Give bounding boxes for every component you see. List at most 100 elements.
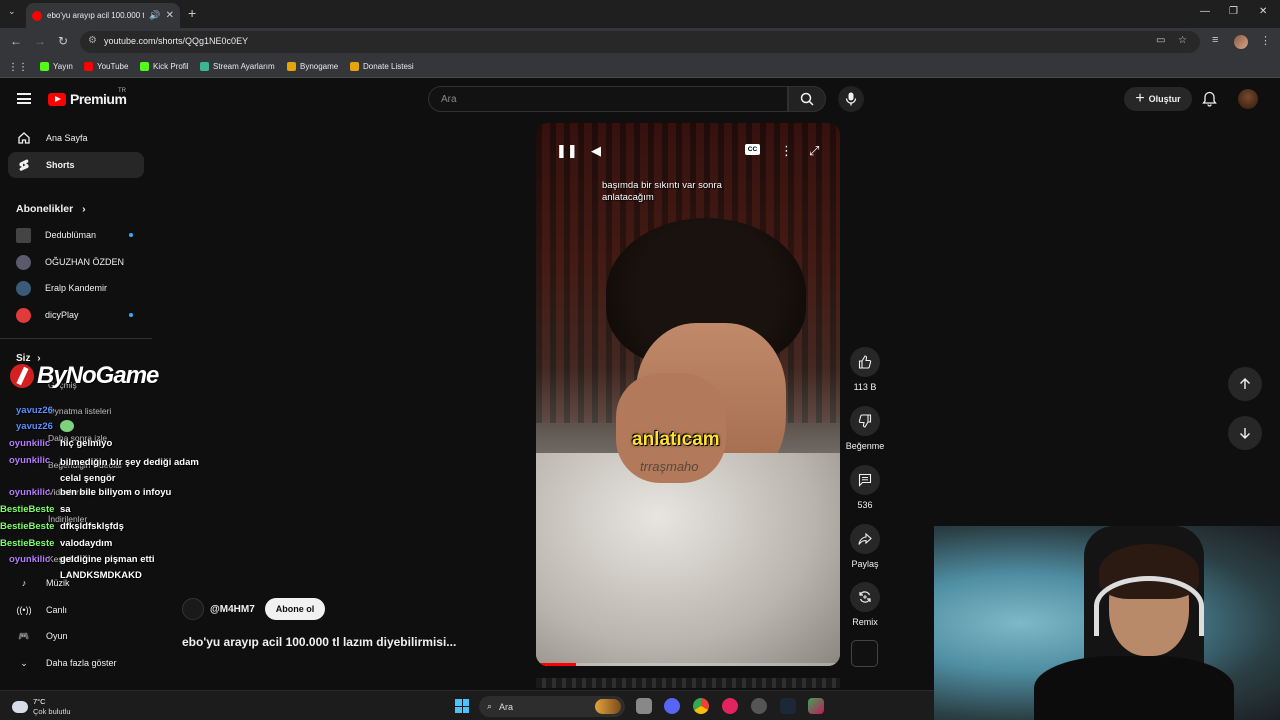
search-button[interactable] <box>788 86 826 112</box>
channel-avatar <box>16 307 31 323</box>
chat-username: yavuz26 <box>16 421 53 432</box>
channel-avatar[interactable] <box>182 598 204 620</box>
like-button[interactable]: 113 B <box>845 347 885 392</box>
tab-audio-icon[interactable]: 🔊 <box>149 10 160 21</box>
subscription-item[interactable]: OĞUZHAN ÖZDEN <box>16 252 146 272</box>
subscription-item[interactable]: Eralp Kandemir <box>16 278 146 298</box>
captions-icon[interactable]: CC <box>745 144 760 155</box>
reload-icon[interactable]: ↻ <box>58 34 68 48</box>
fullscreen-icon[interactable]: ⤢ <box>809 143 819 159</box>
weather-desc: Çok bulutlu <box>33 707 71 716</box>
bookmark-youtube[interactable]: YouTube <box>84 62 128 71</box>
bynogame-icon <box>287 62 296 71</box>
site-info-icon[interactable]: ⚙ <box>88 35 97 46</box>
bookmark-label: YouTube <box>97 62 129 71</box>
notifications-button[interactable] <box>1202 91 1217 112</box>
search-input[interactable]: Ara <box>428 86 788 112</box>
chat-username: oyunkilic <box>9 554 51 565</box>
channel-handle[interactable]: @M4HM7 <box>210 604 255 615</box>
bookmark-stream-ayarlarim[interactable]: Stream Ayarlarım <box>200 62 275 71</box>
subscribe-button[interactable]: Abone ol <box>264 598 326 620</box>
chat-username: oyunkilic <box>9 487 51 498</box>
omnibox[interactable]: ⚙ youtube.com/shorts/QQg1NE0c0EY ▭ ☆ <box>80 31 1200 53</box>
subscriptions-header[interactable]: Abonelikler › <box>16 203 86 215</box>
restore-icon[interactable]: ❐ <box>1229 6 1238 17</box>
forward-icon[interactable]: → <box>34 34 46 48</box>
comments-button[interactable]: 536 <box>845 465 885 510</box>
pause-icon[interactable]: ❚❚ <box>556 143 578 159</box>
tab-list-icon[interactable]: ⌄ <box>8 6 16 17</box>
create-button[interactable]: + Oluştur <box>1124 87 1192 111</box>
sidebar-item-label: Daha fazla göster <box>46 658 117 668</box>
remix-button[interactable]: Remix <box>845 582 885 627</box>
apps-grid-icon[interactable]: ⋮⋮ <box>8 62 28 73</box>
new-tab-button[interactable]: + <box>188 5 196 21</box>
sidebar-item-gaming[interactable]: 🎮 Oyun <box>8 623 144 649</box>
sidebar-item-shorts[interactable]: Shorts <box>8 152 144 178</box>
task-view-icon[interactable] <box>636 698 652 714</box>
section-title: Abonelikler <box>16 203 74 215</box>
volume-icon[interactable]: ◀ <box>591 143 601 159</box>
tab-title: ebo'yu arayıp acil 100.000 t <box>47 11 145 20</box>
url-text[interactable]: youtube.com/shorts/QQg1NE0c0EY <box>104 36 248 46</box>
bookmark-donate-listesi[interactable]: Donate Listesi <box>350 62 414 71</box>
short-title[interactable]: ebo'yu arayıp acil 100.000 tl lazım diye… <box>182 635 456 649</box>
youtube-premium-logo[interactable]: Premium TR <box>48 88 127 107</box>
browser-profile-avatar[interactable] <box>1234 35 1248 49</box>
voice-search-button[interactable] <box>838 86 864 112</box>
channel-name: Eralp Kandemir <box>45 283 108 293</box>
tab-close-icon[interactable]: ✕ <box>166 10 174 21</box>
media-player-icon[interactable] <box>722 698 738 714</box>
window-close-icon[interactable]: ✕ <box>1259 6 1267 17</box>
app-icon[interactable] <box>808 698 824 714</box>
share-label: Paylaş <box>851 559 879 569</box>
bookmark-bynogame[interactable]: Bynogame <box>287 62 338 71</box>
more-options-icon[interactable]: ⋮ <box>780 143 793 159</box>
video-progress-bar[interactable] <box>536 663 840 666</box>
next-short-preview[interactable] <box>536 678 840 688</box>
bookmark-kick-profil[interactable]: Kick Profil <box>140 62 189 71</box>
guide-menu-icon[interactable] <box>17 93 31 104</box>
minimize-icon[interactable]: — <box>1200 6 1210 17</box>
video-progress-fill <box>536 663 576 666</box>
live-dot <box>129 233 133 237</box>
next-short-button[interactable] <box>1228 416 1262 450</box>
discord-icon[interactable] <box>664 698 680 714</box>
sidebar-item-playlists[interactable]: Oynatma listeleri <box>48 406 111 416</box>
home-icon <box>17 131 31 145</box>
previous-short-button[interactable] <box>1228 367 1262 401</box>
cast-icon[interactable]: ▭ <box>1156 35 1165 46</box>
sidebar-show-more[interactable]: ⌄ Daha fazla göster <box>8 650 144 676</box>
steam-icon[interactable] <box>780 698 796 714</box>
subscription-item[interactable]: dicyPlay <box>16 305 146 325</box>
browser-tab[interactable]: ebo'yu arayıp acil 100.000 t 🔊 ✕ <box>26 3 180 28</box>
share-button[interactable]: Paylaş <box>845 524 885 569</box>
obs-icon[interactable] <box>751 698 767 714</box>
sidebar-item-live[interactable]: ((•)) Canlı <box>8 597 144 623</box>
weather-widget[interactable]: 7°C Çok bulutlu <box>12 697 71 717</box>
chat-username: BestieBeste <box>0 521 55 532</box>
subscription-item[interactable]: Dedublüman <box>16 225 146 245</box>
chrome-icon[interactable] <box>693 698 709 714</box>
sidebar-item-home[interactable]: Ana Sayfa <box>8 125 144 151</box>
bynogame-logo: ByNoGame <box>10 362 159 390</box>
youtube-favicon-icon <box>32 10 42 21</box>
chat-username: oyunkilic <box>9 455 51 466</box>
browser-tab-bar: ⌄ ebo'yu arayıp acil 100.000 t 🔊 ✕ + — ❐… <box>0 0 1280 28</box>
windows-start-icon[interactable] <box>455 699 469 713</box>
bookmark-yayin[interactable]: Yayın <box>40 62 73 71</box>
shorts-video-player[interactable]: ❚❚ ◀ CC ⋮ ⤢ başımda bir sıkıntı var sonr… <box>536 123 840 666</box>
account-avatar[interactable] <box>1238 89 1258 109</box>
sound-thumbnail[interactable] <box>851 640 878 667</box>
reading-list-icon[interactable]: ≡ <box>1212 34 1218 46</box>
search-icon <box>800 92 814 106</box>
dislike-button[interactable]: Beğenme <box>845 406 885 451</box>
video-caption-top: başımda bir sıkıntı var sonra anlatacağı… <box>602 180 722 203</box>
back-icon[interactable]: ← <box>10 34 22 48</box>
bookmark-star-icon[interactable]: ☆ <box>1178 35 1187 46</box>
windows-taskbar: 7°C Çok bulutlu ⌕ Ara <box>0 690 934 720</box>
chat-message: dfkşldfsklşfdş <box>60 521 124 532</box>
chat-username: BestieBeste <box>0 504 55 515</box>
taskbar-search[interactable]: ⌕ Ara <box>479 696 625 717</box>
browser-menu-icon[interactable]: ⋮ <box>1260 34 1271 47</box>
